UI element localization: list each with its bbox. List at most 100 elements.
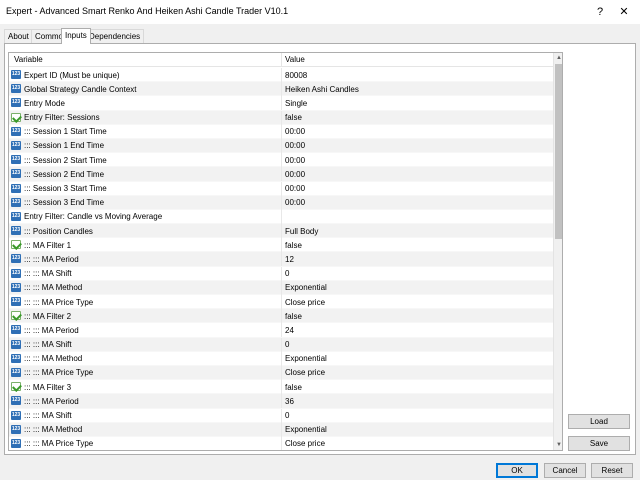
table-row[interactable]: 123::: ::: MA Price Type Close price bbox=[9, 436, 553, 450]
cell-divider bbox=[281, 365, 282, 380]
variable-value[interactable]: 80008 bbox=[285, 71, 307, 80]
variable-value[interactable]: 0 bbox=[285, 340, 289, 349]
variable-name: ::: ::: MA Period bbox=[24, 325, 79, 335]
numeric-type-icon: 123 bbox=[11, 211, 21, 221]
cell-divider bbox=[281, 252, 282, 267]
variable-value[interactable]: 0 bbox=[285, 269, 289, 278]
variable-value[interactable]: false bbox=[285, 241, 302, 250]
table-row[interactable]: 123::: Session 2 Start Time 00:00 bbox=[9, 153, 553, 168]
table-row[interactable]: 123 Entry Filter: Candle vs Moving Averag… bbox=[9, 209, 553, 225]
variable-value[interactable]: false bbox=[285, 113, 302, 122]
vertical-scrollbar[interactable]: ▲ ▼ bbox=[553, 53, 562, 450]
variable-value[interactable]: false bbox=[285, 312, 302, 321]
table-row[interactable]: 123::: Session 3 End Time 00:00 bbox=[9, 195, 553, 210]
load-button[interactable]: Load bbox=[568, 414, 630, 429]
variable-value[interactable]: 00:00 bbox=[285, 127, 305, 136]
variable-value[interactable]: false bbox=[285, 383, 302, 392]
numeric-type-icon: 123 bbox=[11, 84, 21, 94]
variable-value[interactable]: 12 bbox=[285, 255, 294, 264]
scroll-up-arrow-icon[interactable]: ▲ bbox=[554, 53, 562, 63]
variable-value[interactable]: Close price bbox=[285, 439, 325, 448]
variable-name: ::: ::: MA Price Type bbox=[24, 439, 94, 449]
save-button[interactable]: Save bbox=[568, 436, 630, 451]
help-button[interactable]: ? bbox=[590, 4, 610, 20]
variable-value[interactable]: 24 bbox=[285, 326, 294, 335]
variable-value[interactable]: 00:00 bbox=[285, 141, 305, 150]
tab-inputs[interactable]: Inputs bbox=[61, 28, 91, 44]
numeric-type-icon: 123 bbox=[11, 226, 21, 236]
table-row[interactable]: 123::: Session 1 Start Time 00:00 bbox=[9, 124, 553, 139]
cancel-button[interactable]: Cancel bbox=[544, 463, 586, 478]
variable-name: Expert ID (Must be unique) bbox=[24, 70, 120, 80]
tab-dependencies[interactable]: Dependencies bbox=[85, 29, 145, 43]
numeric-type-icon: 123 bbox=[11, 140, 21, 150]
variable-name: ::: ::: MA Shift bbox=[24, 340, 72, 350]
table-row[interactable]: 123::: Session 2 End Time 00:00 bbox=[9, 167, 553, 182]
variable-value[interactable]: Close price bbox=[285, 298, 325, 307]
variable-value[interactable]: 36 bbox=[285, 397, 294, 406]
variable-value[interactable]: 00:00 bbox=[285, 184, 305, 193]
boolean-type-icon bbox=[11, 240, 21, 250]
column-header-variable[interactable]: Variable bbox=[14, 55, 43, 64]
variable-value[interactable]: Exponential bbox=[285, 354, 327, 363]
tab-about[interactable]: About bbox=[4, 29, 33, 43]
variable-name: ::: MA Filter 1 bbox=[24, 240, 72, 250]
cell-divider bbox=[281, 138, 282, 153]
cell-divider bbox=[281, 224, 282, 239]
table-row[interactable]: 123::: ::: MA Method Exponential bbox=[9, 280, 553, 295]
variable-name: ::: ::: MA Method bbox=[24, 354, 83, 364]
variable-name: ::: ::: MA Period bbox=[24, 396, 79, 406]
reset-button[interactable]: Reset bbox=[591, 463, 633, 478]
variable-value[interactable]: Exponential bbox=[285, 425, 327, 434]
numeric-type-icon: 123 bbox=[11, 183, 21, 193]
variable-value[interactable]: Full Body bbox=[285, 227, 318, 236]
numeric-type-icon: 123 bbox=[11, 98, 21, 108]
table-row[interactable]: 123 Global Strategy Candle Context Heiken … bbox=[9, 82, 553, 97]
table-row[interactable]: 123::: ::: MA Method Exponential bbox=[9, 422, 553, 437]
variable-value[interactable]: 00:00 bbox=[285, 156, 305, 165]
cell-divider bbox=[281, 68, 282, 82]
variable-value[interactable]: 00:00 bbox=[285, 198, 305, 207]
table-row[interactable]: ::: MA Filter 1 false bbox=[9, 238, 553, 253]
table-row[interactable]: 123::: ::: MA Period 12 bbox=[9, 252, 553, 267]
variable-value[interactable]: Close price bbox=[285, 368, 325, 377]
cell-divider bbox=[281, 110, 282, 125]
table-row[interactable]: 123::: ::: MA Shift 0 bbox=[9, 408, 553, 423]
numeric-type-icon: 123 bbox=[11, 282, 21, 292]
table-row[interactable]: 123::: ::: MA Shift 0 bbox=[9, 337, 553, 352]
boolean-type-icon bbox=[11, 382, 21, 392]
scroll-thumb[interactable] bbox=[555, 64, 562, 239]
table-row[interactable]: 123::: Session 1 End Time 00:00 bbox=[9, 138, 553, 154]
table-row[interactable]: 123::: Position Candles Full Body bbox=[9, 224, 553, 239]
cell-divider bbox=[281, 124, 282, 139]
table-row[interactable]: Entry Filter: Sessions false bbox=[9, 110, 553, 125]
variable-value[interactable]: Single bbox=[285, 99, 307, 108]
numeric-type-icon: 123 bbox=[11, 268, 21, 278]
table-row[interactable]: 123::: ::: MA Price Type Close price bbox=[9, 295, 553, 310]
table-row[interactable]: ::: MA Filter 2 false bbox=[9, 309, 553, 324]
table-row[interactable]: 123::: ::: MA Period 24 bbox=[9, 323, 553, 338]
table-row[interactable]: 123::: ::: MA Period 36 bbox=[9, 394, 553, 409]
scroll-down-arrow-icon[interactable]: ▼ bbox=[554, 440, 562, 450]
numeric-type-icon: 123 bbox=[11, 410, 21, 420]
variable-name: ::: Session 3 Start Time bbox=[24, 184, 107, 193]
variable-value[interactable]: Heiken Ashi Candles bbox=[285, 85, 359, 94]
variable-value[interactable]: 0 bbox=[285, 411, 289, 420]
variable-value[interactable]: 00:00 bbox=[285, 170, 305, 179]
ok-button[interactable]: OK bbox=[496, 463, 538, 478]
table-row[interactable]: 123 Entry Mode Single bbox=[9, 96, 553, 111]
variable-name: Entry Mode bbox=[24, 98, 65, 108]
numeric-type-icon: 123 bbox=[11, 126, 21, 136]
variable-name: ::: ::: MA Shift bbox=[24, 411, 72, 420]
table-row[interactable]: 123::: ::: MA Price Type Close price bbox=[9, 365, 553, 381]
table-row[interactable]: 123::: ::: MA Shift 0 bbox=[9, 266, 553, 281]
table-row[interactable]: 123 Expert ID (Must be unique) 80008 bbox=[9, 68, 553, 83]
column-divider[interactable] bbox=[281, 53, 282, 67]
table-row[interactable]: 123::: ::: MA Method Exponential bbox=[9, 351, 553, 366]
cell-divider bbox=[281, 82, 282, 97]
table-row[interactable]: ::: MA Filter 3 false bbox=[9, 380, 553, 395]
column-header-value[interactable]: Value bbox=[285, 55, 305, 64]
close-button[interactable]: ✕ bbox=[614, 4, 634, 20]
variable-value[interactable]: Exponential bbox=[285, 283, 327, 292]
table-row[interactable]: 123::: Session 3 Start Time 00:00 bbox=[9, 181, 553, 196]
